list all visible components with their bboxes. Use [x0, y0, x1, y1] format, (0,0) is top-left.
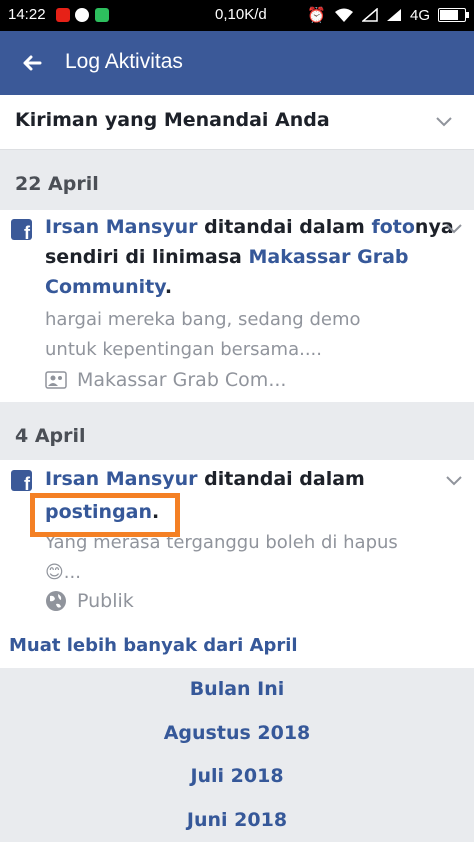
highlight-box — [30, 493, 180, 537]
headline-end: . — [164, 276, 173, 298]
battery-icon — [438, 8, 469, 22]
chevron-down-icon — [436, 117, 452, 127]
month-link[interactable]: Agustus 2018 — [0, 722, 474, 744]
entry-headline-line3: Community. — [45, 276, 172, 298]
date-header: 4 April — [0, 412, 474, 462]
group-icon — [45, 371, 67, 389]
entry-snippet-2: 😊... — [45, 562, 81, 583]
group-link[interactable]: Makassar Grab — [249, 246, 409, 268]
headline-text: ditandai dalam — [197, 216, 372, 238]
activity-entry[interactable]: f Irsan Mansyur ditandai dalam fotonya s… — [0, 210, 474, 402]
month-link[interactable]: Bulan Ini — [0, 678, 474, 700]
facebook-icon: f — [11, 470, 32, 491]
entry-snippet-2: untuk kepentingan bersama.... — [45, 339, 323, 360]
entry-meta: Makassar Grab Com... — [45, 369, 286, 391]
load-more-label: Muat lebih banyak dari April — [9, 635, 298, 656]
status-bar: 14:22 0,10K/d ⏰ 4G — [0, 0, 474, 31]
signal-icon — [361, 8, 378, 22]
network-speed: 0,10K/d — [215, 6, 267, 23]
facebook-icon: f — [11, 219, 32, 240]
entry-headline: Irsan Mansyur ditandai dalam — [45, 468, 365, 490]
date-label: 22 April — [15, 173, 99, 195]
activity-entry[interactable]: f Irsan Mansyur ditandai dalam postingan… — [0, 460, 474, 624]
signal-icon-2 — [386, 9, 401, 21]
filter-dropdown[interactable]: Kiriman yang Menandai Anda — [0, 95, 474, 150]
load-more-button[interactable]: Muat lebih banyak dari April — [0, 624, 474, 668]
grab-icon — [95, 8, 109, 22]
alarm-icon: ⏰ — [307, 7, 326, 24]
globe-icon — [46, 591, 66, 611]
date-header: 22 April — [0, 160, 474, 210]
month-link[interactable]: Juni 2018 — [0, 809, 474, 831]
status-icons: ⏰ 4G — [307, 6, 469, 24]
chevron-down-icon[interactable] — [446, 476, 462, 486]
back-arrow-icon[interactable] — [18, 49, 46, 77]
audience-label: Publik — [77, 590, 134, 612]
network-type: 4G — [409, 6, 430, 24]
month-link[interactable]: Juli 2018 — [0, 765, 474, 787]
headline-text-3: sendiri di linimasa — [45, 246, 249, 268]
group-link-2[interactable]: Community — [45, 276, 165, 298]
audience-label: Makassar Grab Com... — [77, 369, 287, 391]
month-list: Bulan Ini Agustus 2018 Juli 2018 Juni 20… — [0, 668, 474, 842]
opera-icon — [75, 8, 89, 22]
app-bar: Log Aktivitas — [0, 31, 474, 95]
date-label: 4 April — [15, 425, 86, 447]
filter-label: Kiriman yang Menandai Anda — [15, 109, 330, 131]
entry-headline-line2: sendiri di linimasa Makassar Grab — [45, 246, 409, 268]
entry-snippet: hargai mereka bang, sedang demo — [45, 309, 361, 330]
page-title: Log Aktivitas — [65, 50, 183, 73]
entry-headline: Irsan Mansyur ditandai dalam fotonya — [45, 216, 454, 238]
youtube-icon — [56, 8, 70, 22]
entry-meta: Publik — [45, 590, 134, 612]
actor-link[interactable]: Irsan Mansyur — [45, 216, 198, 238]
actor-link[interactable]: Irsan Mansyur — [45, 468, 198, 490]
photo-link[interactable]: foto — [371, 216, 414, 238]
status-time: 14:22 — [8, 6, 46, 23]
wifi-icon — [334, 8, 353, 22]
headline-text: ditandai dalam — [197, 468, 365, 490]
chevron-down-icon[interactable] — [446, 224, 462, 234]
